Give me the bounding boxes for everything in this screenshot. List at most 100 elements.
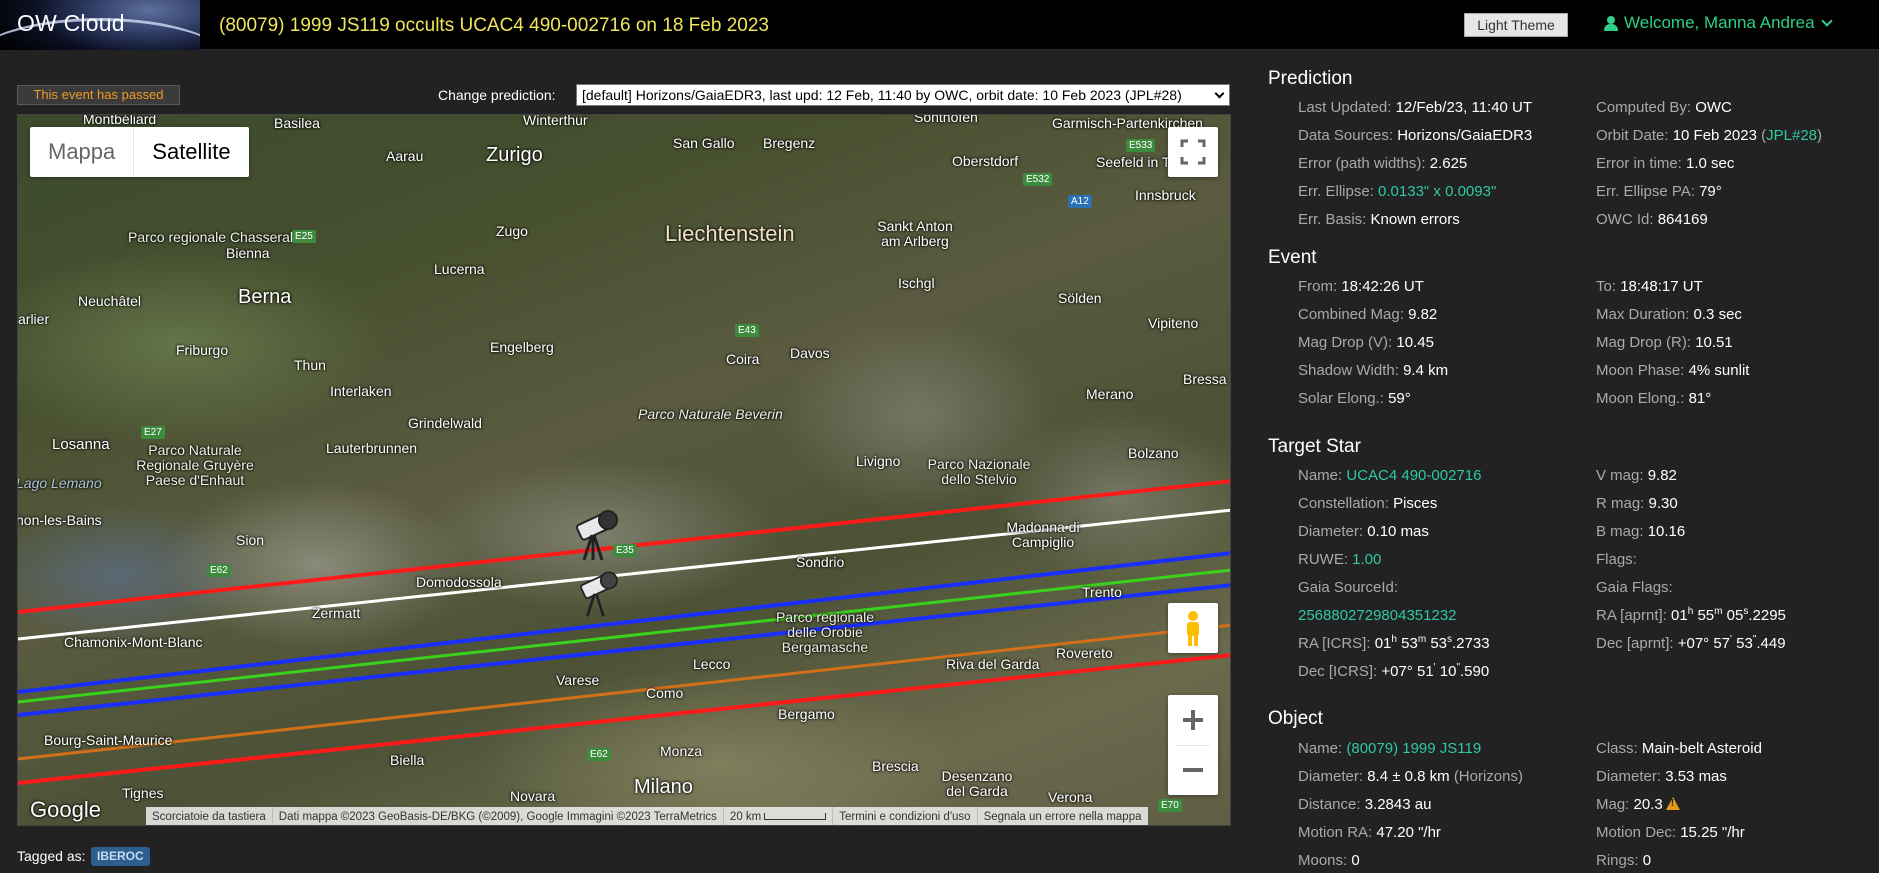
field-value: 1.0 sec (1686, 155, 1735, 172)
rings-row: Rings: 0 (1596, 852, 1651, 869)
object-name-link[interactable]: (80079) 1999 JS119 (1346, 740, 1481, 757)
map-label: Sion (236, 532, 265, 548)
field-value: 10 Feb 2023 (1672, 127, 1757, 144)
field-value: +07° 57' 53".449 (1677, 634, 1786, 653)
data-sources-row: Data Sources: Horizons/GaiaEDR3 (1298, 127, 1532, 144)
map-scale[interactable]: 20 km (722, 807, 832, 825)
zoom-out-button[interactable] (1168, 745, 1218, 795)
top-bar: OW Cloud (80079) 1999 JS119 occults UCAC… (0, 0, 1879, 50)
field-value: 8.4 ± 0.8 km (1367, 768, 1450, 785)
terms-link[interactable]: Termini e condizioni d'uso (832, 807, 976, 825)
user-menu[interactable]: Welcome, Manna Andrea (1604, 13, 1833, 33)
brand-logo[interactable]: OW Cloud (0, 0, 200, 50)
ra-hours: 01 (1671, 607, 1688, 624)
welcome-text: Welcome, Manna Andrea (1624, 13, 1815, 32)
field-label: RA [ICRS]: (1298, 635, 1371, 652)
page-title: (80079) 1999 JS119 occults UCAC4 490-002… (219, 15, 769, 36)
map-type-map-button[interactable]: Mappa (30, 127, 135, 177)
field-label: Moon Phase: (1596, 362, 1685, 379)
map-label: Thun (294, 357, 326, 373)
field-value-suffix: sunlit (1714, 362, 1750, 379)
map-label: Losanna (52, 436, 110, 453)
field-label: Motion Dec: (1596, 824, 1677, 841)
map-label: Basilea (274, 115, 320, 131)
ra-minutes: 53 (1401, 635, 1418, 652)
fullscreen-button[interactable] (1168, 127, 1218, 177)
map-label: Vipiteno (1148, 315, 1199, 331)
map-label: Milano (634, 776, 693, 798)
orbit-source-link[interactable]: JPL#28 (1766, 127, 1817, 144)
gaia-sourceid-link[interactable]: 2568802729804351232 (1298, 607, 1457, 624)
keyboard-shortcuts-link[interactable]: Scorciatoie da tastiera (146, 807, 272, 825)
warning-icon[interactable] (1665, 797, 1680, 810)
field-value: 3.53 mas (1665, 768, 1727, 785)
prediction-select[interactable]: [default] Horizons/GaiaEDR3, last upd: 1… (576, 84, 1230, 106)
paren: ) (1817, 127, 1822, 144)
last-updated-row: Last Updated: 12/Feb/23, 11:40 UT (1298, 99, 1532, 116)
road-shield: A12 (1068, 195, 1092, 208)
zoom-in-button[interactable] (1168, 695, 1218, 745)
field-label: Data Sources: (1298, 127, 1394, 144)
dec-degrees: +07° (1677, 635, 1710, 652)
map-label: Madonna di Campiglio (1006, 519, 1080, 550)
field-label: Err. Basis: (1298, 211, 1367, 228)
zoom-control (1168, 695, 1218, 795)
road-shield: E43 (735, 324, 759, 337)
map-label: Riva del Garda (946, 656, 1040, 672)
vmag-row: V mag: 9.82 (1596, 467, 1677, 484)
street-view-button[interactable] (1168, 603, 1218, 653)
map-attribution: Scorciatoie da tastiera Dati mappa ©2023… (146, 807, 1148, 825)
field-value: Main-belt Asteroid (1641, 740, 1762, 757)
map-view[interactable]: Montbéliard Basilea Winterthur Sonthofen… (17, 114, 1231, 826)
constellation-row: Constellation: Pisces (1298, 495, 1437, 512)
field-value: Known errors (1370, 211, 1460, 228)
path-sigma-south (18, 583, 1230, 717)
err-ellipse-pa-row: Err. Ellipse PA: 79° (1596, 183, 1722, 200)
field-label: B mag: (1596, 523, 1644, 540)
field-label: Mag Drop (V): (1298, 334, 1393, 351)
target-star-heading: Target Star (1268, 436, 1361, 457)
err-ellipse-link[interactable]: 0.0133" x 0.0093" (1378, 183, 1496, 200)
map-label: Bienna (226, 245, 270, 261)
map-label: Como (646, 685, 684, 701)
map-data-credit[interactable]: Dati mappa ©2023 GeoBasis-DE/BKG (©2009)… (271, 807, 723, 825)
ra-aprnt-row: RA [aprnt]: 01h 55m 05s.2295 (1596, 607, 1786, 625)
dec-fraction: .449 (1756, 635, 1786, 652)
map-scale-label: 20 km (729, 811, 762, 823)
map-type-satellite-button[interactable]: Satellite (134, 127, 248, 177)
map-label: Tignes (122, 785, 164, 801)
telescope-icon[interactable] (572, 505, 622, 563)
map-label: Parco regionale delle Orobie Bergamasche (775, 609, 875, 655)
report-error-link[interactable]: Segnala un errore nella mappa (976, 807, 1148, 825)
map-label: Friburgo (176, 342, 229, 358)
ruwe-link[interactable]: 1.00 (1352, 551, 1381, 568)
path-error-limit-south (18, 653, 1230, 785)
field-label: OWC Id: (1596, 211, 1654, 228)
distance-row: Distance: 3.2843 au (1298, 796, 1431, 813)
star-name-link[interactable]: UCAC4 490-002716 (1346, 467, 1481, 484)
map-label: Montbéliard (83, 114, 157, 127)
field-label: V mag: (1596, 467, 1644, 484)
map-label: Sonthofen (914, 114, 978, 125)
error-time-row: Error in time: 1.0 sec (1596, 155, 1734, 172)
field-label: Err. Ellipse PA: (1596, 183, 1695, 200)
telescope-icon[interactable] (576, 567, 622, 619)
map-label: Merano (1086, 386, 1134, 402)
mag-drop-r-row: Mag Drop (R): 10.51 (1596, 334, 1733, 351)
solar-elong-row: Solar Elong.: 59° (1298, 390, 1411, 407)
map-label: Winterthur (523, 114, 588, 128)
ra-seconds: 53 (1430, 635, 1448, 652)
field-value: 59° (1388, 390, 1411, 407)
map-label: Bregenz (763, 135, 816, 151)
map-label: Lucerna (434, 261, 485, 277)
dec-aprnt-row: Dec [aprnt]: +07° 57' 53".449 (1596, 634, 1786, 653)
map-label: Grindelwald (408, 415, 482, 431)
moons-row: Moons: 0 (1298, 852, 1360, 869)
tag-badge[interactable]: IBEROC (91, 847, 150, 866)
brand-name: OW Cloud (17, 10, 125, 36)
field-label: Err. Ellipse: (1298, 183, 1374, 200)
map-label: arlier (18, 311, 50, 327)
max-duration-row: Max Duration: 0.3 sec (1596, 306, 1742, 323)
user-icon (1604, 15, 1618, 31)
light-theme-button[interactable]: Light Theme (1464, 13, 1568, 37)
